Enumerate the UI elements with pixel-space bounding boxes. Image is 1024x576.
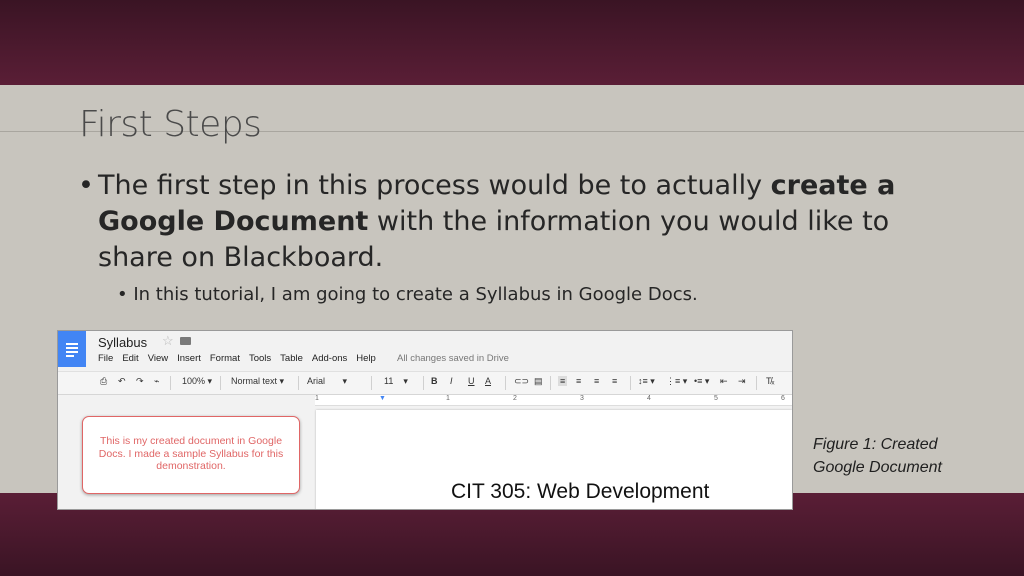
indent-marker-icon[interactable]: ▼ <box>379 395 386 402</box>
comment-icon[interactable]: ▤ <box>534 376 543 387</box>
comment-text: This is my created document in Google Do… <box>98 435 284 472</box>
toolbar-divider <box>371 376 372 390</box>
align-justify-icon[interactable]: ≡ <box>612 376 617 386</box>
style-value: Normal text <box>231 376 278 386</box>
menu-view[interactable]: View <box>148 353 168 364</box>
toolbar-divider <box>630 376 631 390</box>
font-size-value: 11 <box>384 376 394 386</box>
menu-bar: File Edit View Insert Format Tools Table Add-on… <box>98 353 385 364</box>
link-icon[interactable]: ⊂⊃ <box>514 376 529 387</box>
bold-button[interactable]: B <box>431 376 438 386</box>
align-center-icon[interactable]: ≡ <box>576 376 581 386</box>
zoom-select[interactable]: 100% ▾ <box>182 376 212 387</box>
toolbar-divider <box>423 376 424 390</box>
toolbar-divider <box>756 376 757 390</box>
toolbar-divider <box>505 376 506 390</box>
menu-format[interactable]: Format <box>210 353 240 364</box>
ruler[interactable]: 1 ▼ 1 2 3 4 5 6 <box>315 395 792 406</box>
underline-button[interactable]: U <box>468 376 475 386</box>
toolbar-divider <box>170 376 171 390</box>
ruler-number: 1 <box>315 395 319 402</box>
saved-status[interactable]: All changes saved in Drive <box>397 353 509 364</box>
bulleted-list-icon[interactable]: •≡ ▾ <box>694 376 709 387</box>
numbered-list-icon[interactable]: ⋮≡ ▾ <box>666 376 687 387</box>
ruler-number: 5 <box>714 395 718 402</box>
ruler-number: 2 <box>513 395 517 402</box>
docs-logo-icon[interactable] <box>58 331 86 367</box>
toolbar-divider <box>298 376 299 390</box>
comment-box[interactable]: This is my created document in Google Do… <box>82 416 300 494</box>
document-heading[interactable]: CIT 305: Web Development <box>451 480 709 504</box>
line-spacing-icon[interactable]: ↕≡ ▾ <box>638 376 655 387</box>
font-size-select[interactable]: 11 ▾ <box>384 376 408 387</box>
style-select[interactable]: Normal text ▾ <box>231 376 284 387</box>
align-right-icon[interactable]: ≡ <box>594 376 599 386</box>
star-icon[interactable]: ☆ <box>162 333 174 349</box>
slide-title: First Steps <box>79 104 262 145</box>
top-band <box>0 0 1024 85</box>
sub-bullet: • In this tutorial, I am going to create… <box>117 284 698 305</box>
italic-button[interactable]: I <box>450 376 453 386</box>
sub-bullet-text: In this tutorial, I am going to create a… <box>133 284 698 305</box>
google-docs-screenshot: Syllabus ☆ File Edit View Insert Format Tools… <box>57 330 793 510</box>
toolbar: ⎙ ↶ ↷ ⌁ 100% ▾ Normal text ▾ Arial ▾ 11 … <box>58 371 792 395</box>
main-bullet-part1: The first step in this process would be … <box>98 170 771 201</box>
clear-formatting-icon[interactable]: T̸ₓ <box>766 376 774 386</box>
align-left-icon[interactable]: ≡ <box>558 376 568 386</box>
undo-icon[interactable]: ↶ <box>118 376 126 387</box>
font-select[interactable]: Arial ▾ <box>307 376 347 387</box>
menu-edit[interactable]: Edit <box>122 353 138 364</box>
folder-icon[interactable] <box>180 337 191 345</box>
document-page[interactable]: CIT 305: Web Development <box>316 410 792 509</box>
ruler-number: 1 <box>446 395 450 402</box>
increase-indent-icon[interactable]: ⇥ <box>738 376 746 387</box>
toolbar-divider <box>220 376 221 390</box>
menu-insert[interactable]: Insert <box>177 353 201 364</box>
paint-format-icon[interactable]: ⌁ <box>154 376 159 387</box>
figure-caption: Figure 1: Created Google Document <box>813 436 942 476</box>
menu-table[interactable]: Table <box>280 353 303 364</box>
document-title[interactable]: Syllabus <box>98 335 147 350</box>
menu-file[interactable]: File <box>98 353 113 364</box>
menu-tools[interactable]: Tools <box>249 353 271 364</box>
toolbar-divider <box>550 376 551 390</box>
ruler-number: 6 <box>781 395 785 402</box>
menu-help[interactable]: Help <box>356 353 376 364</box>
ruler-number: 4 <box>647 395 651 402</box>
font-value: Arial <box>307 376 326 386</box>
text-color-button[interactable]: A <box>485 376 491 386</box>
decrease-indent-icon[interactable]: ⇤ <box>720 376 728 387</box>
zoom-value: 100% <box>182 376 206 386</box>
main-bullet-text: The first step in this process would be … <box>98 168 908 276</box>
redo-icon[interactable]: ↷ <box>136 376 144 387</box>
print-icon[interactable]: ⎙ <box>100 376 107 387</box>
ruler-number: 3 <box>580 395 584 402</box>
bullet-dot: • <box>78 170 94 201</box>
menu-addons[interactable]: Add-ons <box>312 353 347 364</box>
